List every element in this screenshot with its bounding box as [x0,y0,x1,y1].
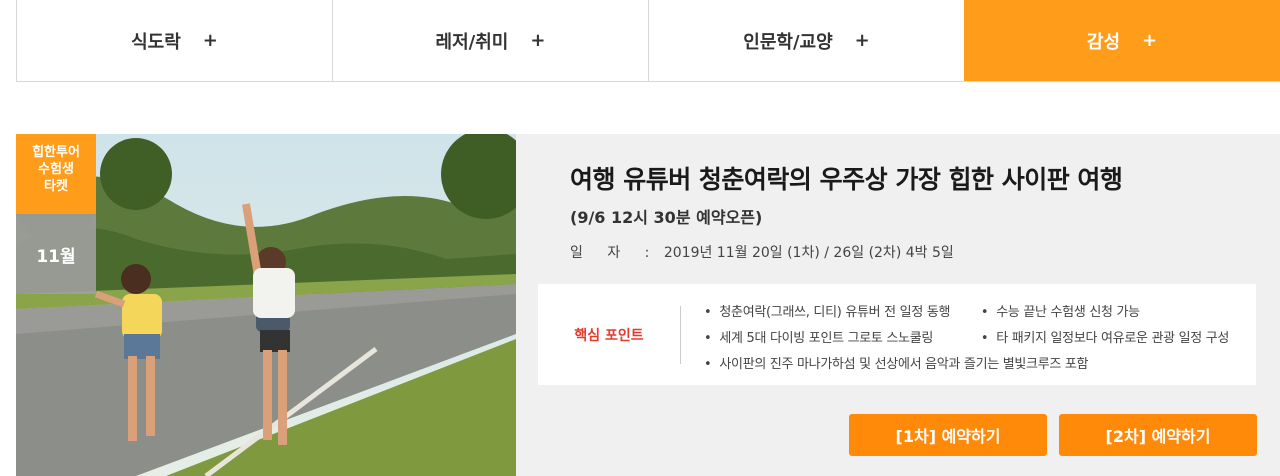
category-tabs: 식도락 + 레저/취미 + 인문학/교양 + 감성 + [16,0,1280,82]
date-value: 2019년 11월 20일 (1차) / 26일 (2차) 4박 5일 [663,245,954,261]
bullet-icon: • [980,331,989,346]
list-item: • 세계 5대 다이빙 포인트 그로토 스노쿨링 • 타 패키지 일정보다 여유로운… [704,326,1229,352]
month-badge: 11월 [16,214,96,294]
badge-line: 타켓 [44,179,68,194]
tab-humanities[interactable]: 인문학/교양 + [648,0,964,81]
divider [680,306,681,364]
point-text: 사이판의 진주 마나가하섬 및 선상에서 음악과 즐기는 별빛크루즈 포함 [719,357,1089,372]
tab-label: 레저/취미 [435,31,509,53]
tour-subtitle: (9/6 12시 30분 예약오픈) [570,208,763,227]
point-text: 청춘여락(그래쓰, 디티) 유튜버 전 일정 동행 [719,305,951,320]
tour-date: 일 자 : 2019년 11월 20일 (1차) / 26일 (2차) 4박 5… [570,242,1250,262]
bullet-icon: • [704,357,712,372]
badge-line: 수험생 [38,162,74,177]
bullet-icon: • [980,305,989,320]
reserve-first-button[interactable]: [1차] 예약하기 [849,414,1047,456]
tab-label: 식도락 [131,31,181,53]
plus-icon: + [202,30,218,51]
tab-emotion[interactable]: 감성 + [964,0,1280,81]
plus-icon: + [1142,30,1158,51]
tag-badge: 힙한투어 수험생 타켓 [16,134,96,214]
tab-label: 인문학/교양 [743,31,833,53]
key-points-box: 핵심 포인트 • 청춘여락(그래쓰, 디티) 유튜버 전 일정 동행 • 수능 끝난… [538,284,1256,385]
badge-line: 힙한투어 [32,145,80,160]
tour-info: 여행 유튜버 청춘여락의 우주상 가장 힙한 사이판 여행 (9/6 12시 3… [570,160,1250,262]
key-points-label: 핵심 포인트 [574,327,644,344]
date-label: 일 자 : [570,245,660,261]
plus-icon: + [854,30,870,51]
bullet-icon: • [704,305,712,320]
reserve-second-button[interactable]: [2차] 예약하기 [1059,414,1257,456]
tour-title[interactable]: 여행 유튜버 청춘여락의 우주상 가장 힙한 사이판 여행 [570,160,1250,196]
list-item: • 청춘여락(그래쓰, 디티) 유튜버 전 일정 동행 • 수능 끝난 수험생 신청… [704,300,1229,326]
tab-leisure[interactable]: 레저/취미 + [332,0,648,81]
tab-label: 감성 [1086,31,1121,53]
tour-card: 힙한투어 수험생 타켓 11월 여행 유튜버 청춘여락의 우주상 가장 힙한 사… [16,134,1280,476]
tour-photo[interactable]: 힙한투어 수험생 타켓 11월 [16,134,516,476]
list-item: • 사이판의 진주 마나가하섬 및 선상에서 음악과 즐기는 별빛크루즈 포함 [704,352,1229,378]
tab-food[interactable]: 식도락 + [16,0,332,81]
point-text: 수능 끝난 수험생 신청 가능 [996,305,1140,320]
point-text: 타 패키지 일정보다 여유로운 관광 일정 구성 [996,331,1230,346]
bullet-icon: • [704,331,712,346]
plus-icon: + [530,30,546,51]
point-text: 세계 5대 다이빙 포인트 그로토 스노쿨링 [719,331,934,346]
key-points-list: • 청춘여락(그래쓰, 디티) 유튜버 전 일정 동행 • 수능 끝난 수험생 신청… [704,300,1229,378]
